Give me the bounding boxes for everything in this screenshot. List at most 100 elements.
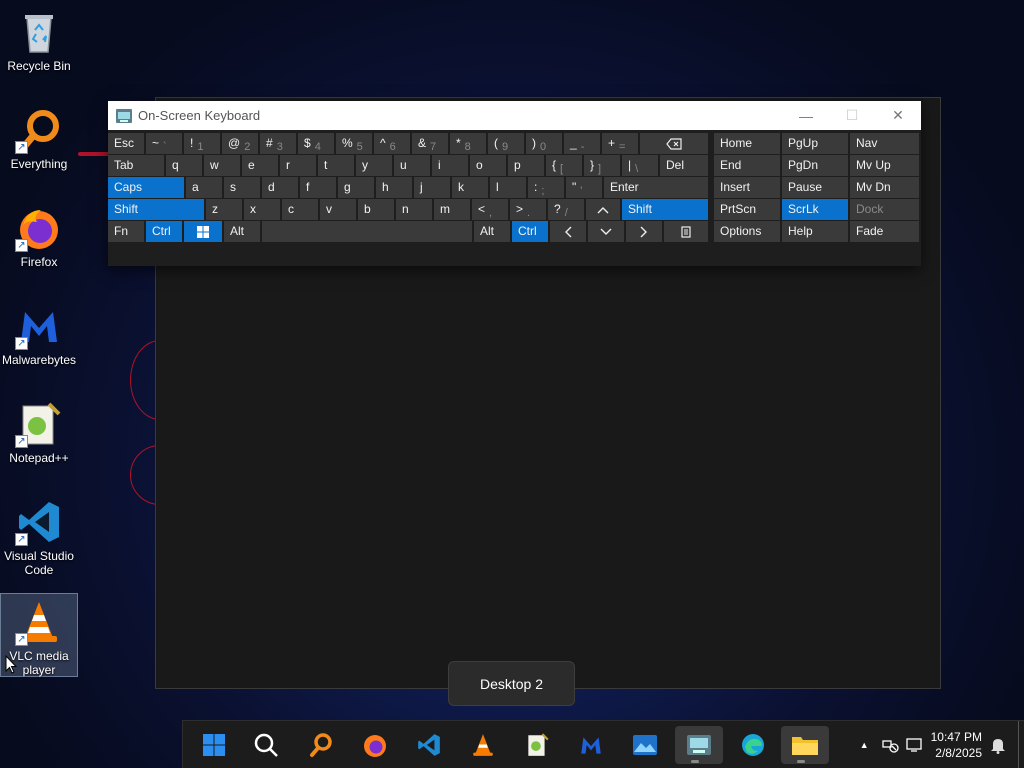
- key-help[interactable]: Help: [782, 221, 848, 242]
- key-o[interactable]: o: [470, 155, 506, 176]
- key-tab[interactable]: Tab: [108, 155, 164, 176]
- show-hidden-icons-chevron-up-icon[interactable]: ▲: [860, 740, 869, 750]
- taskbar-notepad-plus-plus[interactable]: [517, 726, 557, 764]
- key-pgdn[interactable]: PgDn: [782, 155, 848, 176]
- key-fade[interactable]: Fade: [850, 221, 919, 242]
- taskbar-edge[interactable]: [733, 726, 773, 764]
- key-b[interactable]: b: [358, 199, 394, 220]
- key-p[interactable]: p: [508, 155, 544, 176]
- key-3[interactable]: #3: [260, 133, 296, 154]
- key-mv-dn[interactable]: Mv Dn: [850, 177, 919, 198]
- key-home[interactable]: Home: [714, 133, 780, 154]
- key-symbol[interactable]: ~ `: [146, 133, 182, 154]
- close-button[interactable]: ✕: [875, 101, 921, 130]
- taskbar-on-screen-keyboard[interactable]: [675, 726, 723, 764]
- key-symbol[interactable]: + =: [602, 133, 638, 154]
- desktop-icon-everything[interactable]: ↗ Everything: [0, 102, 78, 186]
- key-c[interactable]: c: [282, 199, 318, 220]
- key-u[interactable]: u: [394, 155, 430, 176]
- key-x[interactable]: x: [244, 199, 280, 220]
- key-w[interactable]: w: [204, 155, 240, 176]
- key-options[interactable]: Options: [714, 221, 780, 242]
- key-alt[interactable]: Alt: [224, 221, 260, 242]
- network-disconnected-icon[interactable]: [881, 737, 899, 753]
- key-symbol[interactable]: >.: [510, 199, 546, 220]
- key-6[interactable]: ^ 6: [374, 133, 410, 154]
- key-mv-up[interactable]: Mv Up: [850, 155, 919, 176]
- key-i[interactable]: i: [432, 155, 468, 176]
- key-alt[interactable]: Alt: [474, 221, 510, 242]
- key-ctrl[interactable]: Ctrl: [512, 221, 548, 242]
- key-pgup[interactable]: PgUp: [782, 133, 848, 154]
- key-shift[interactable]: Shift: [108, 199, 204, 220]
- maximize-button[interactable]: ☐: [829, 101, 875, 130]
- key-symbol[interactable]: " ': [566, 177, 602, 198]
- key-l[interactable]: l: [490, 177, 526, 198]
- key-k[interactable]: k: [452, 177, 488, 198]
- key-enter[interactable]: Enter: [604, 177, 708, 198]
- key-down[interactable]: [588, 221, 624, 242]
- start-button[interactable]: [194, 726, 234, 764]
- key-m[interactable]: m: [434, 199, 470, 220]
- key-e[interactable]: e: [242, 155, 278, 176]
- key-scrlk[interactable]: ScrLk: [782, 199, 848, 220]
- key-7[interactable]: & 7: [412, 133, 448, 154]
- key-nav[interactable]: Nav: [850, 133, 919, 154]
- key-0[interactable]: ) 0: [526, 133, 562, 154]
- key-d[interactable]: d: [262, 177, 298, 198]
- desktop-icon-notepad-plus-plus[interactable]: ↗ Notepad++: [0, 396, 78, 480]
- notification-bell-icon[interactable]: [990, 736, 1006, 754]
- desktop-icon-malwarebytes[interactable]: ↗ Malwarebytes: [0, 298, 78, 382]
- key-prtscn[interactable]: PrtScn: [714, 199, 780, 220]
- desktop-icon-vscode[interactable]: ↗ Visual Studio Code: [0, 494, 78, 578]
- key-q[interactable]: q: [166, 155, 202, 176]
- key-backspace[interactable]: [640, 133, 708, 154]
- display-icon[interactable]: [905, 737, 923, 753]
- taskbar-everything[interactable]: [301, 726, 341, 764]
- key-t[interactable]: t: [318, 155, 354, 176]
- key-pause[interactable]: Pause: [782, 177, 848, 198]
- taskbar-file-explorer[interactable]: [781, 726, 829, 764]
- desktop-icon-recycle-bin[interactable]: Recycle Bin: [0, 4, 78, 88]
- key-symbol[interactable]: | \: [622, 155, 658, 176]
- key-8[interactable]: * 8: [450, 133, 486, 154]
- key-j[interactable]: j: [414, 177, 450, 198]
- clock[interactable]: 10:47 PM 2/8/2025: [931, 729, 982, 761]
- key-s[interactable]: s: [224, 177, 260, 198]
- key-insert[interactable]: Insert: [714, 177, 780, 198]
- key-2[interactable]: @2: [222, 133, 258, 154]
- title-bar[interactable]: On-Screen Keyboard — ☐ ✕: [108, 101, 921, 130]
- search-button[interactable]: [246, 726, 286, 764]
- key-ctrl[interactable]: Ctrl: [146, 221, 182, 242]
- key-shift[interactable]: Shift: [622, 199, 708, 220]
- desktop-icon-firefox[interactable]: ↗ Firefox: [0, 200, 78, 284]
- key-esc[interactable]: Esc: [108, 133, 144, 154]
- key-a[interactable]: a: [186, 177, 222, 198]
- key-caps[interactable]: Caps: [108, 177, 184, 198]
- key-right[interactable]: [626, 221, 662, 242]
- key-menu[interactable]: [664, 221, 708, 242]
- key-f[interactable]: f: [300, 177, 336, 198]
- key-symbol[interactable]: ? /: [548, 199, 584, 220]
- key-symbol[interactable]: }]: [584, 155, 620, 176]
- key-5[interactable]: % 5: [336, 133, 372, 154]
- key-4[interactable]: $4: [298, 133, 334, 154]
- key-1[interactable]: ! 1: [184, 133, 220, 154]
- key-left[interactable]: [550, 221, 586, 242]
- key-win[interactable]: [184, 221, 222, 242]
- taskbar-vscode[interactable]: [409, 726, 449, 764]
- key-y[interactable]: y: [356, 155, 392, 176]
- key-dock[interactable]: Dock: [850, 199, 919, 220]
- key-symbol[interactable]: _ -: [564, 133, 600, 154]
- key-v[interactable]: v: [320, 199, 356, 220]
- key-z[interactable]: z: [206, 199, 242, 220]
- taskbar-photos[interactable]: [625, 726, 665, 764]
- key-g[interactable]: g: [338, 177, 374, 198]
- key-9[interactable]: (9: [488, 133, 524, 154]
- key-r[interactable]: r: [280, 155, 316, 176]
- key-n[interactable]: n: [396, 199, 432, 220]
- key-h[interactable]: h: [376, 177, 412, 198]
- taskbar-malwarebytes[interactable]: [571, 726, 611, 764]
- key-space[interactable]: [262, 221, 472, 242]
- minimize-button[interactable]: —: [783, 101, 829, 130]
